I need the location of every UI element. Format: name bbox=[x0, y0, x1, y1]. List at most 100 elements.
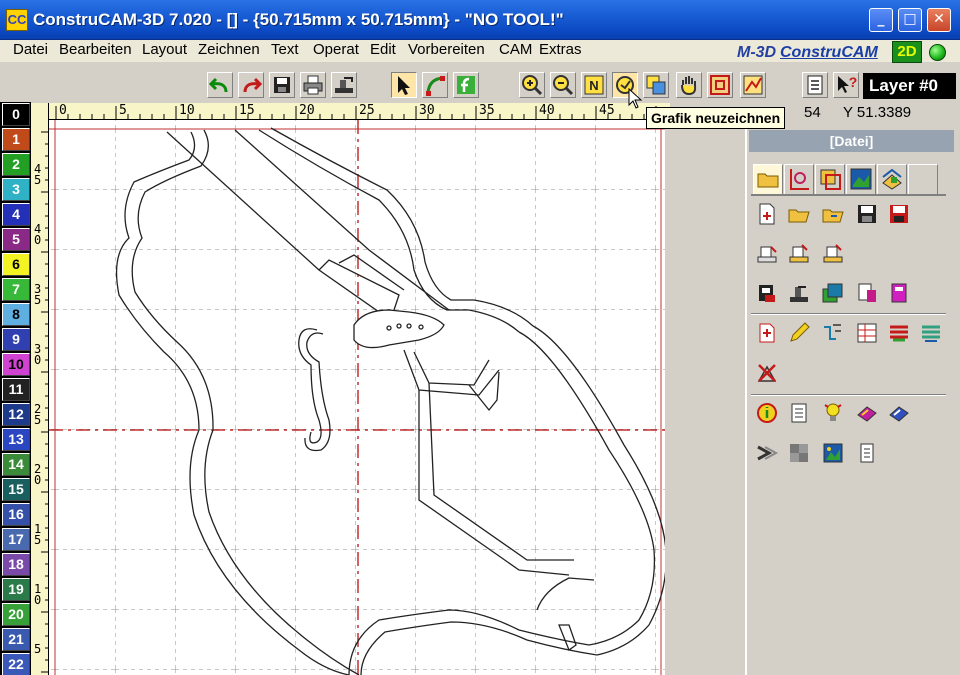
table-icon[interactable] bbox=[855, 321, 879, 345]
pan-hand-icon[interactable] bbox=[676, 72, 702, 98]
stack-icon[interactable] bbox=[887, 321, 911, 345]
color-swatch-16[interactable]: 16 bbox=[2, 503, 30, 526]
copy-layers-icon[interactable] bbox=[821, 281, 845, 305]
print-icon[interactable] bbox=[300, 72, 326, 98]
color-swatch-17[interactable]: 17 bbox=[2, 528, 30, 551]
list-icon[interactable] bbox=[802, 72, 828, 98]
color-swatch-11[interactable]: 11 bbox=[2, 378, 30, 401]
help-pointer-icon[interactable]: ? bbox=[833, 72, 859, 98]
menu-text[interactable]: Text bbox=[271, 41, 299, 58]
color-swatch-18[interactable]: 18 bbox=[2, 553, 30, 576]
info-icon[interactable] bbox=[755, 401, 779, 425]
color-swatch-3[interactable]: 3 bbox=[2, 178, 30, 201]
color-swatch-8[interactable]: 8 bbox=[2, 303, 30, 326]
path-icon[interactable] bbox=[821, 321, 845, 345]
ruler-label: 3 0 bbox=[34, 342, 42, 367]
color-swatch-5[interactable]: 5 bbox=[2, 228, 30, 251]
color-swatch-7[interactable]: 7 bbox=[2, 278, 30, 301]
open-folder-icon[interactable] bbox=[821, 202, 845, 226]
menu-zeichnen[interactable]: Zeichnen bbox=[198, 41, 260, 58]
geometry-tab-icon[interactable] bbox=[784, 164, 814, 194]
color-swatch-13[interactable]: 13 bbox=[2, 428, 30, 451]
color-swatch-15[interactable]: 15 bbox=[2, 478, 30, 501]
color-swatch-1[interactable]: 1 bbox=[2, 128, 30, 151]
menu-bearbeiten[interactable]: Bearbeiten bbox=[59, 41, 132, 58]
color-swatch-10[interactable]: 10 bbox=[2, 353, 30, 376]
redo-icon[interactable] bbox=[238, 72, 264, 98]
file-tab-icon[interactable] bbox=[753, 164, 783, 194]
zoom-normal-icon[interactable]: N bbox=[581, 72, 607, 98]
color-swatch-22[interactable]: 22 bbox=[2, 653, 30, 675]
transform-tab-icon[interactable] bbox=[815, 164, 845, 194]
save-as-icon[interactable] bbox=[887, 202, 911, 226]
open-file-icon[interactable] bbox=[787, 202, 811, 226]
export-color-icon[interactable] bbox=[887, 281, 911, 305]
menu-datei[interactable]: Datei bbox=[13, 41, 48, 58]
insert-object-icon[interactable] bbox=[755, 321, 779, 345]
document-icon[interactable] bbox=[787, 401, 811, 425]
menu-edit[interactable]: Edit bbox=[370, 41, 396, 58]
mode-2d-badge[interactable]: 2D bbox=[892, 41, 922, 63]
zoom-window-icon[interactable] bbox=[643, 72, 669, 98]
color-swatch-9[interactable]: 9 bbox=[2, 328, 30, 351]
color-swatch-2[interactable]: 2 bbox=[2, 153, 30, 176]
ruler-label: 3 5 bbox=[34, 282, 42, 307]
menu-vorbereiten[interactable]: Vorbereiten bbox=[408, 41, 485, 58]
snap-icon[interactable] bbox=[740, 72, 766, 98]
brand-link[interactable]: ConstruCAM bbox=[780, 44, 890, 62]
color-swatch-4[interactable]: 4 bbox=[2, 203, 30, 226]
export-file-icon[interactable] bbox=[787, 281, 811, 305]
import-hpgl-icon[interactable] bbox=[821, 241, 845, 265]
coordinate-readout: 54 Y 51.3389 bbox=[780, 102, 960, 124]
zoom-out-icon[interactable] bbox=[550, 72, 576, 98]
picture-icon[interactable] bbox=[821, 441, 845, 465]
color-swatch-21[interactable]: 21 bbox=[2, 628, 30, 651]
pencil-icon[interactable] bbox=[787, 321, 811, 345]
panel-separator bbox=[751, 313, 946, 315]
menu-cam[interactable]: CAM bbox=[499, 41, 532, 58]
function-icon[interactable] bbox=[453, 72, 479, 98]
color-swatch-14[interactable]: 14 bbox=[2, 453, 30, 476]
image-tab-icon[interactable] bbox=[846, 164, 876, 194]
import-dxf-icon[interactable] bbox=[787, 241, 811, 265]
export-icon[interactable] bbox=[331, 72, 357, 98]
color-swatch-0[interactable]: 0 bbox=[2, 103, 30, 126]
texture-icon[interactable] bbox=[787, 441, 811, 465]
new-file-icon[interactable] bbox=[755, 202, 779, 226]
color-swatch-20[interactable]: 20 bbox=[2, 603, 30, 626]
undo-icon[interactable] bbox=[207, 72, 233, 98]
close-button[interactable]: ✕ bbox=[927, 8, 951, 32]
menu-layout[interactable]: Layout bbox=[142, 41, 187, 58]
color-swatch-6[interactable]: 6 bbox=[2, 253, 30, 276]
select-arrow-icon[interactable] bbox=[391, 72, 417, 98]
save-file-icon[interactable] bbox=[855, 202, 879, 226]
minimize-button[interactable]: _ bbox=[869, 8, 893, 32]
color-swatch-12[interactable]: 12 bbox=[2, 403, 30, 426]
maximize-button[interactable]: □ bbox=[898, 8, 922, 32]
book-blue-icon[interactable] bbox=[887, 401, 911, 425]
empty-tab[interactable] bbox=[908, 164, 938, 194]
layer-selector[interactable]: Layer #0 bbox=[863, 73, 956, 99]
color-swatch-19[interactable]: 19 bbox=[2, 578, 30, 601]
node-edit-icon[interactable] bbox=[422, 72, 448, 98]
book-icon[interactable] bbox=[855, 401, 879, 425]
arrow-right-icon[interactable] bbox=[755, 441, 779, 465]
drawing-canvas[interactable] bbox=[49, 120, 665, 675]
menu-extras[interactable]: Extras bbox=[539, 41, 582, 58]
zoom-fit-icon[interactable] bbox=[707, 72, 733, 98]
layers-stack-icon[interactable] bbox=[919, 321, 943, 345]
ruler-label: 20 bbox=[299, 103, 315, 118]
delete-icon[interactable] bbox=[755, 361, 779, 385]
import-icon[interactable] bbox=[755, 241, 779, 265]
title-bar[interactable]: CC ConstruCAM-3D 7.020 - [] - {50.715mm … bbox=[0, 0, 960, 40]
layers-tab-icon[interactable] bbox=[877, 164, 907, 194]
export-pdf-icon[interactable] bbox=[855, 281, 879, 305]
bulb-icon[interactable] bbox=[821, 401, 845, 425]
coord-x-value: 54 bbox=[804, 104, 821, 121]
zoom-in-icon[interactable] bbox=[519, 72, 545, 98]
save-icon[interactable] bbox=[269, 72, 295, 98]
notes-icon[interactable] bbox=[855, 441, 879, 465]
scan-icon[interactable] bbox=[755, 281, 779, 305]
menu-operat[interactable]: Operat bbox=[313, 41, 359, 58]
ruler-label: 30 bbox=[419, 103, 435, 118]
